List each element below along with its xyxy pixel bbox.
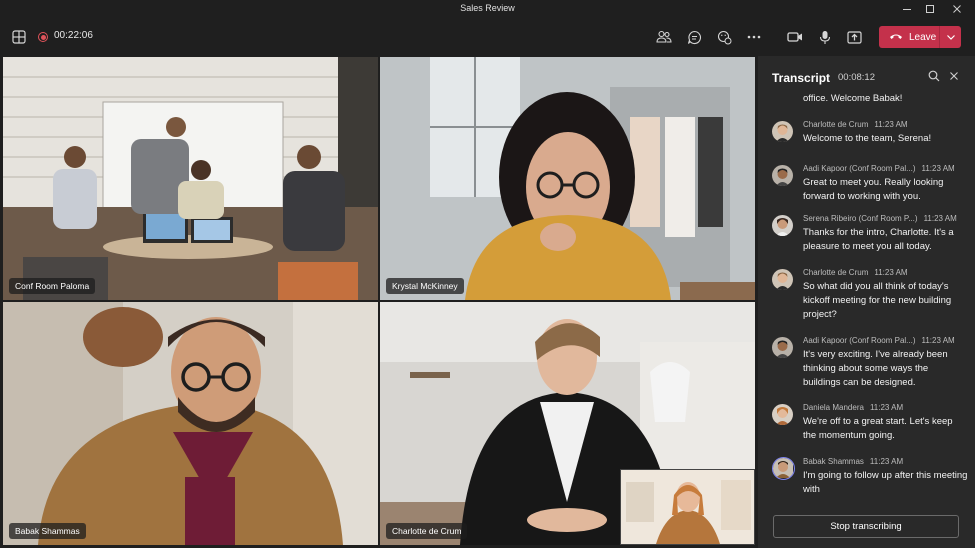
chevron-down-icon[interactable] (940, 26, 961, 48)
transcript-text: Great to meet you. Really looking forwar… (803, 177, 944, 202)
leave-main[interactable]: Leave (879, 26, 939, 48)
people-icon[interactable] (654, 27, 674, 47)
speaker-name: Serena Ribeiro (Conf Room P...) (803, 214, 918, 223)
video-tile-krystal[interactable]: Krystal McKinney (380, 57, 755, 300)
speaker-name: Aadi Kapoor (Conf Room Pal...) (803, 164, 916, 173)
transcript-text: We're off to a great start. Let's keep t… (803, 416, 953, 441)
transcript-list: office. Welcome Babak! Charlotte de Crum… (758, 90, 975, 508)
transcript-text: Welcome to the team, Serena! (803, 133, 932, 144)
participant-name: Babak Shammas (9, 523, 86, 539)
record-icon (37, 31, 49, 43)
react-icon[interactable] (714, 27, 734, 47)
transcript-text: It's very exciting. I've already been th… (803, 349, 948, 388)
more-icon[interactable] (744, 27, 764, 47)
transcript-text: Thanks for the intro, Charlotte. It's a … (803, 227, 954, 252)
recording-timer: 00:22:06 (54, 30, 93, 41)
babak-video (3, 302, 378, 545)
conf-room-video (3, 57, 378, 300)
transcript-partial-text: office. Welcome Babak! (803, 93, 903, 104)
meeting-toolbar: 00:22:06 Leave (0, 18, 975, 56)
participant-name: Charlotte de Crum (386, 523, 468, 539)
video-tile-conf-room[interactable]: Conf Room Paloma (3, 57, 378, 300)
transcript-elapsed: 00:08:12 (838, 72, 875, 83)
speaker-name: Charlotte de Crum (803, 120, 869, 129)
transcript-panel: Transcript 00:08:12 office. Welcome Baba… (758, 56, 975, 548)
transcript-text: I'm going to follow up after this meetin… (803, 470, 968, 495)
chat-icon[interactable] (684, 27, 704, 47)
timestamp: 11:23 AM (874, 268, 908, 277)
window-title: Sales Review (460, 3, 515, 13)
avatar (772, 404, 793, 425)
video-tile-charlotte[interactable]: Charlotte de Crum (380, 302, 755, 545)
timestamp: 11:23 AM (921, 164, 955, 173)
speaker-name: Aadi Kapoor (Conf Room Pal...) (803, 336, 916, 345)
timestamp: 11:23 AM (869, 403, 904, 412)
participant-name: Krystal McKinney (386, 278, 464, 294)
grid-icon[interactable] (9, 27, 29, 47)
avatar (772, 269, 793, 290)
transcript-header: Transcript 00:08:12 (758, 56, 975, 94)
video-tile-babak[interactable]: Babak Shammas (3, 302, 378, 545)
close-icon[interactable] (944, 0, 970, 18)
camera-icon[interactable] (785, 27, 805, 47)
title-bar: Sales Review (0, 0, 975, 18)
timestamp: 11:23 AM (869, 457, 904, 466)
avatar (772, 165, 793, 186)
maximize-icon[interactable] (917, 0, 943, 18)
timestamp: 11:23 AM (921, 336, 955, 345)
transcript-title: Transcript (772, 71, 831, 85)
transcript-text: So what did you all think of today's kic… (803, 281, 952, 320)
stop-transcribing-button[interactable]: Stop transcribing (773, 515, 959, 538)
speaker-name: Daniela Mandera (803, 403, 864, 412)
phone-icon (889, 32, 903, 43)
krystal-video (380, 57, 755, 300)
self-view-video (621, 470, 754, 544)
avatar (772, 215, 793, 236)
speaker-name: Babak Shammas (803, 457, 864, 466)
share-icon[interactable] (844, 27, 864, 47)
leave-button[interactable]: Leave (879, 26, 961, 48)
timestamp: 11:23 AM (923, 214, 957, 223)
participant-name: Conf Room Paloma (9, 278, 96, 294)
mic-icon[interactable] (815, 27, 835, 47)
close-icon[interactable] (947, 69, 961, 83)
avatar (772, 121, 793, 142)
leave-label: Leave (909, 31, 937, 43)
search-icon[interactable] (927, 69, 941, 83)
speaker-name: Charlotte de Crum (803, 268, 869, 277)
timestamp: 11:23 AM (874, 120, 908, 129)
self-view[interactable] (620, 469, 755, 545)
avatar (772, 337, 793, 358)
avatar (772, 457, 795, 480)
